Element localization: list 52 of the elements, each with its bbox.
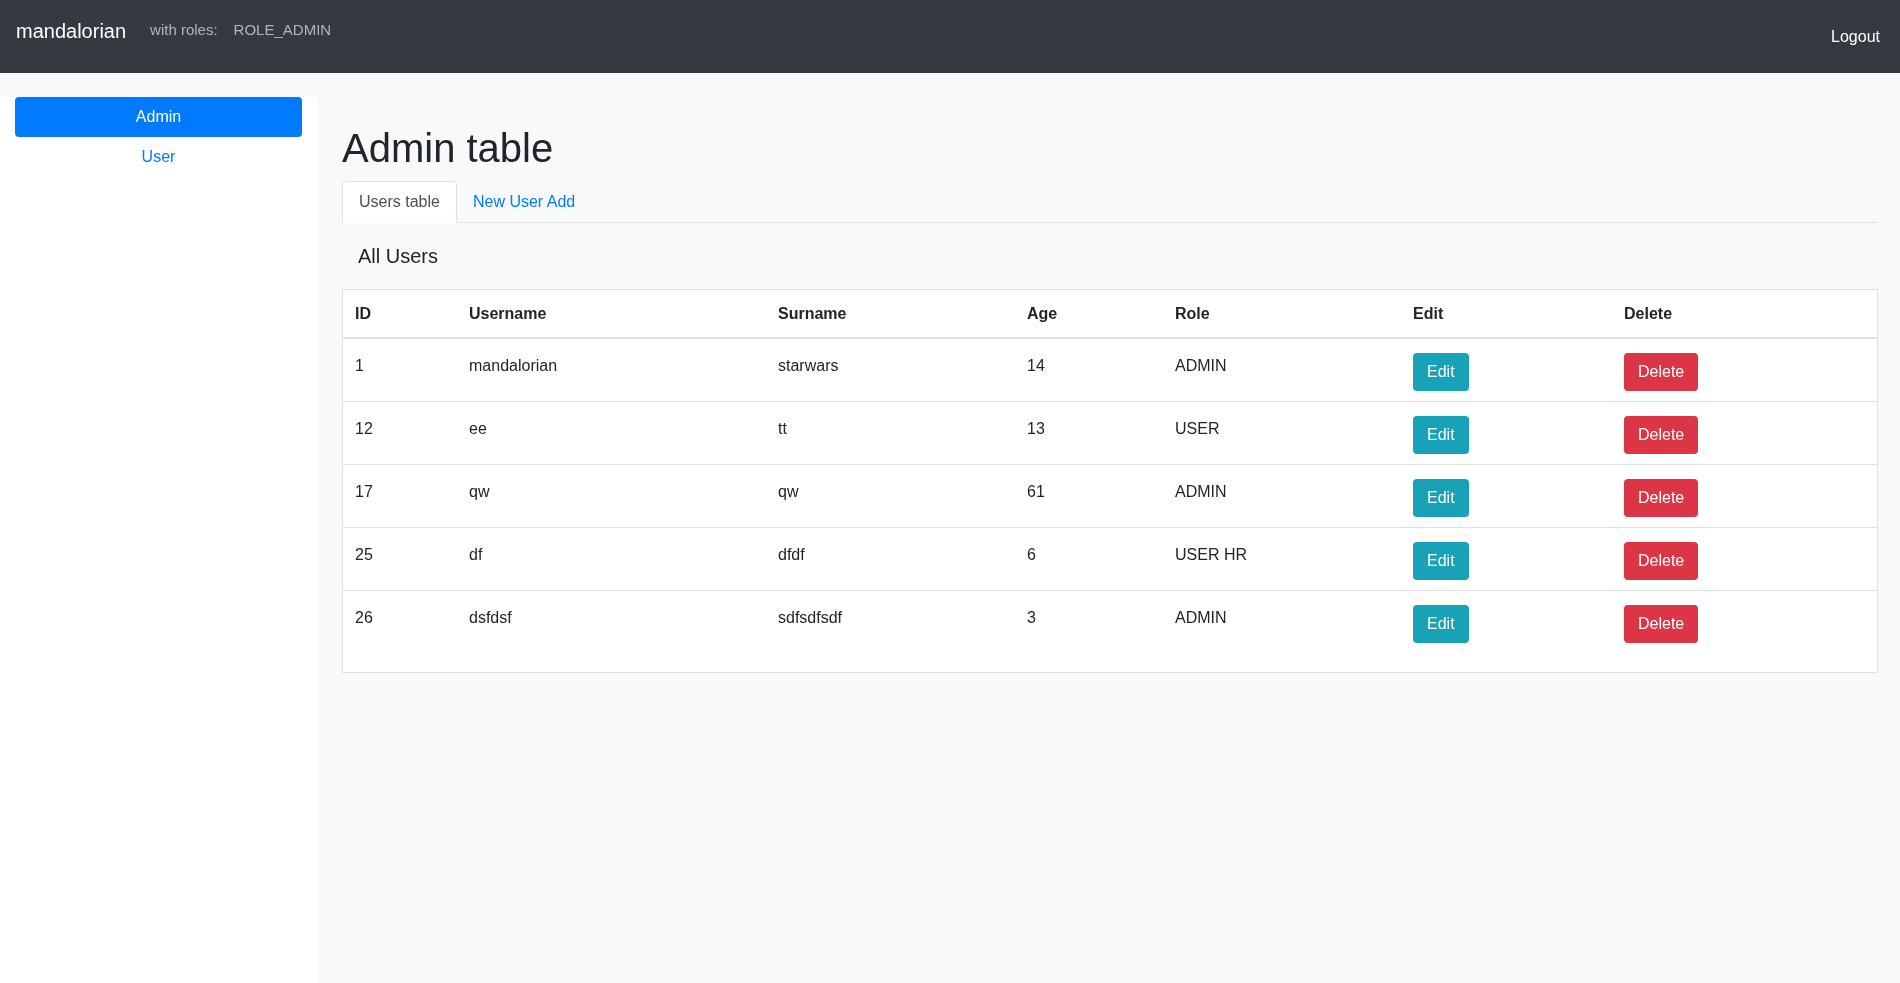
table-cell-text: 13: [1026, 419, 1046, 439]
table-cell-text: ee: [468, 419, 488, 439]
table-cell-text: ADMIN: [1174, 482, 1228, 502]
column-header: Age: [1026, 303, 1059, 324]
table-cell-text: 14: [1026, 356, 1046, 376]
table-cell-text: mandalorian: [468, 356, 559, 376]
brand[interactable]: mandalorian: [16, 15, 127, 46]
table-cell-text: USER: [1174, 419, 1221, 439]
table-cell-text: USER HR: [1174, 545, 1248, 565]
sidebar-item[interactable]: User: [15, 137, 302, 177]
tab[interactable]: Users table: [342, 181, 457, 223]
roles-text: ROLE_ADMIN: [233, 20, 332, 41]
delete-button[interactable]: Delete: [1624, 542, 1699, 580]
table-cell-text: qw: [777, 482, 800, 502]
table-cell-text: 25: [354, 545, 374, 565]
table-cell-text: ADMIN: [1174, 356, 1228, 376]
table-cell-text: 17: [354, 482, 374, 502]
edit-button[interactable]: Edit: [1413, 479, 1469, 517]
table-cell-text: 12: [354, 419, 374, 439]
column-header: Delete: [1623, 303, 1674, 324]
delete-button[interactable]: Delete: [1624, 416, 1699, 454]
edit-button[interactable]: Edit: [1413, 542, 1469, 580]
table-cell-text: df: [468, 545, 484, 565]
column-header: Edit: [1412, 303, 1445, 324]
edit-button[interactable]: Edit: [1413, 416, 1469, 454]
section-title: All Users: [357, 244, 439, 269]
table-cell-text: sdfsdfsdf: [777, 608, 844, 628]
delete-button[interactable]: Delete: [1624, 605, 1699, 643]
table-cell-text: dsfdsf: [468, 608, 513, 628]
table-cell-text: 6: [1026, 545, 1037, 565]
edit-button[interactable]: Edit: [1413, 353, 1469, 391]
tab[interactable]: New User Add: [456, 181, 592, 223]
table-cell-text: 1: [354, 356, 365, 376]
column-header: Role: [1174, 303, 1211, 324]
table-cell-text: tt: [777, 419, 788, 439]
logout-link[interactable]: Logout: [1831, 24, 1880, 49]
page-title: Admin table: [342, 125, 555, 172]
delete-button[interactable]: Delete: [1624, 353, 1699, 391]
column-header: ID: [354, 303, 372, 324]
column-header: Username: [468, 303, 548, 324]
table-cell-text: ADMIN: [1174, 608, 1228, 628]
sidebar-item[interactable]: Admin: [15, 97, 302, 137]
table-cell-text: 3: [1026, 608, 1037, 628]
roles-label: with roles:: [150, 20, 218, 41]
delete-button[interactable]: Delete: [1624, 479, 1699, 517]
table-cell-text: qw: [468, 482, 491, 502]
table-cell-text: starwars: [777, 356, 840, 376]
column-header: Surname: [777, 303, 848, 324]
table-cell-text: dfdf: [777, 545, 806, 565]
table-cell-text: 26: [354, 608, 374, 628]
table-cell-text: 61: [1026, 482, 1046, 502]
edit-button[interactable]: Edit: [1413, 605, 1469, 643]
